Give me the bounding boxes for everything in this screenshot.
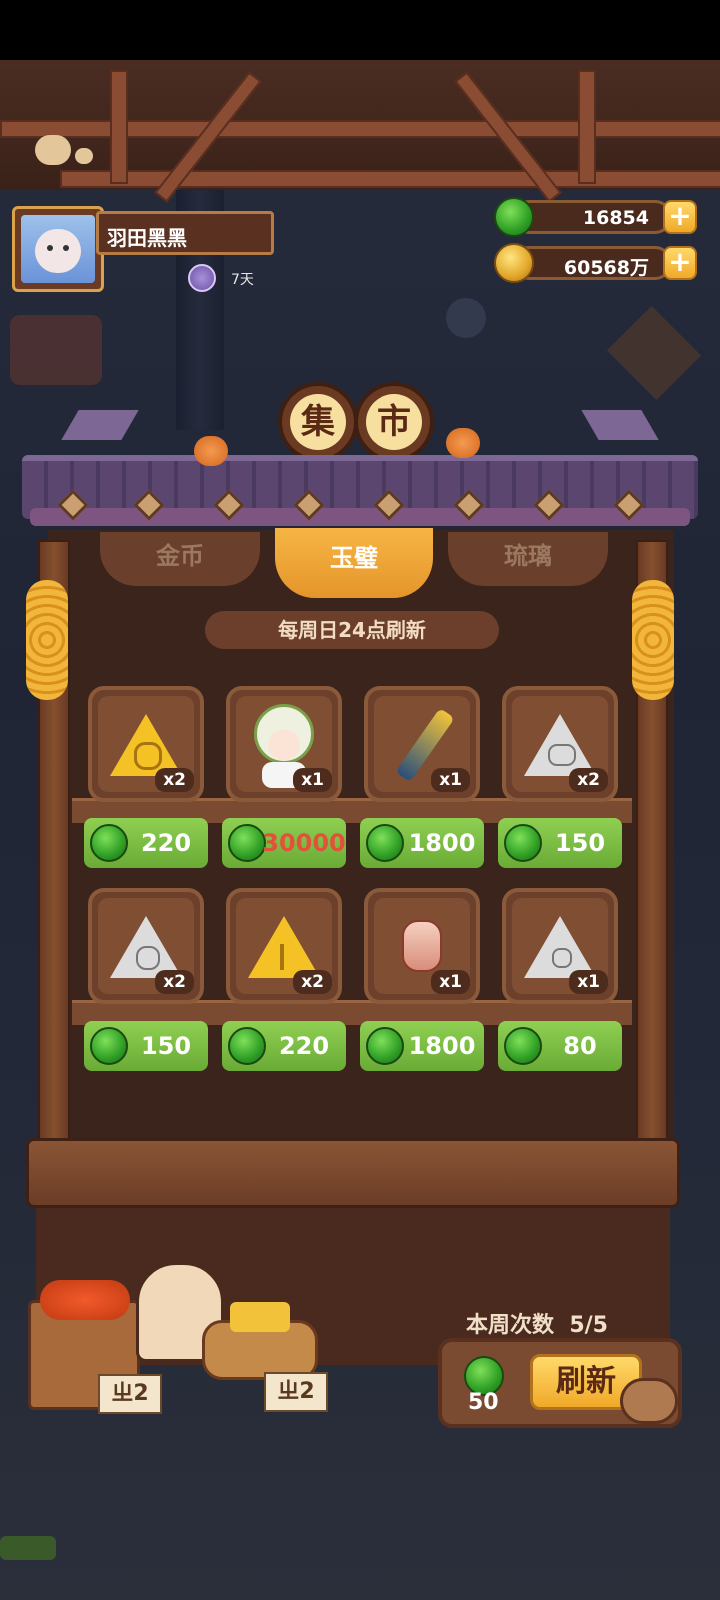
persimmon-icon bbox=[446, 428, 480, 458]
jade-icon bbox=[494, 197, 534, 237]
mascot-icon bbox=[620, 1378, 678, 1424]
paper-lantern-icon bbox=[402, 920, 442, 972]
coin-amount: 60568万 bbox=[563, 257, 649, 279]
persimmon-icon bbox=[194, 436, 228, 466]
market-item[interactable]: x1 bbox=[364, 686, 480, 802]
player-name-plate[interactable]: 羽田黑黑 bbox=[96, 211, 274, 255]
price-button[interactable]: 220 bbox=[84, 818, 208, 868]
market-item[interactable]: x2 bbox=[502, 686, 618, 802]
tab-glass[interactable]: 琉璃 bbox=[448, 532, 608, 586]
avatar-portrait bbox=[21, 215, 95, 283]
roof-edge bbox=[30, 508, 690, 526]
weekly-refresh-counter: 本周次数 5/5 bbox=[466, 1313, 608, 1338]
market-title-char-2: 市 bbox=[354, 382, 434, 462]
jade-icon bbox=[228, 1027, 266, 1065]
silver-triangle-sun-icon bbox=[524, 916, 596, 978]
tofu-block-icon bbox=[230, 1302, 290, 1332]
roof-beams bbox=[0, 60, 720, 203]
coin-balance: 60568万 bbox=[512, 246, 672, 280]
market-item[interactable]: x2 bbox=[226, 888, 342, 1004]
jade-icon bbox=[366, 824, 404, 862]
add-coin-button[interactable]: + bbox=[663, 246, 697, 280]
vip-days: 7天 bbox=[231, 272, 254, 288]
tab-gold[interactable]: 金币 bbox=[100, 532, 260, 586]
price-button[interactable]: 1800 bbox=[360, 818, 484, 868]
price-button[interactable]: 1800 bbox=[360, 1021, 484, 1071]
player-avatar[interactable] bbox=[12, 206, 104, 292]
market-item[interactable]: x1 bbox=[364, 888, 480, 1004]
market-title-char-1: 集 bbox=[278, 382, 358, 462]
market-item[interactable]: x1 bbox=[226, 686, 342, 802]
price-sign-left: ㄓ2 bbox=[98, 1374, 162, 1414]
market-item[interactable]: x1 bbox=[502, 888, 618, 1004]
market-item[interactable]: x2 bbox=[88, 888, 204, 1004]
jade-icon bbox=[228, 824, 266, 862]
jade-icon bbox=[504, 824, 542, 862]
corn-hanging-right bbox=[632, 580, 674, 700]
add-jade-button[interactable]: + bbox=[663, 200, 697, 234]
corn-hanging-left bbox=[26, 580, 68, 700]
jade-icon bbox=[504, 1027, 542, 1065]
price-button[interactable]: 220 bbox=[222, 1021, 346, 1071]
vip-icon[interactable] bbox=[188, 264, 216, 292]
stall-counter-top bbox=[26, 1138, 680, 1208]
tomato-pile-icon bbox=[40, 1280, 130, 1320]
price-button[interactable]: 30000 bbox=[222, 818, 346, 868]
jade-icon bbox=[90, 1027, 128, 1065]
egg-icon bbox=[75, 148, 93, 164]
jade-amount: 16854 bbox=[582, 207, 649, 229]
jade-icon bbox=[366, 1027, 404, 1065]
coin-icon bbox=[494, 243, 534, 283]
round-badge-icon[interactable] bbox=[446, 298, 486, 338]
refresh-cost: 50 bbox=[468, 1390, 499, 1415]
event-icon[interactable] bbox=[10, 315, 102, 385]
status-bar bbox=[0, 0, 720, 60]
toggle-icon[interactable] bbox=[0, 1536, 56, 1560]
price-button[interactable]: 80 bbox=[498, 1021, 622, 1071]
chick-icon bbox=[35, 135, 71, 165]
price-sign-right: ㄓ2 bbox=[264, 1372, 328, 1412]
market-item[interactable]: x2 bbox=[88, 686, 204, 802]
jade-icon bbox=[90, 824, 128, 862]
jade-balance: 16854 bbox=[512, 200, 672, 234]
tab-jade[interactable]: 玉璧 bbox=[275, 528, 433, 598]
price-button[interactable]: 150 bbox=[84, 1021, 208, 1071]
refresh-schedule-note: 每周日24点刷新 bbox=[205, 611, 499, 649]
player-name: 羽田黑黑 bbox=[107, 226, 187, 250]
price-button[interactable]: 150 bbox=[498, 818, 622, 868]
golden-triangle-coral-icon bbox=[248, 916, 320, 978]
